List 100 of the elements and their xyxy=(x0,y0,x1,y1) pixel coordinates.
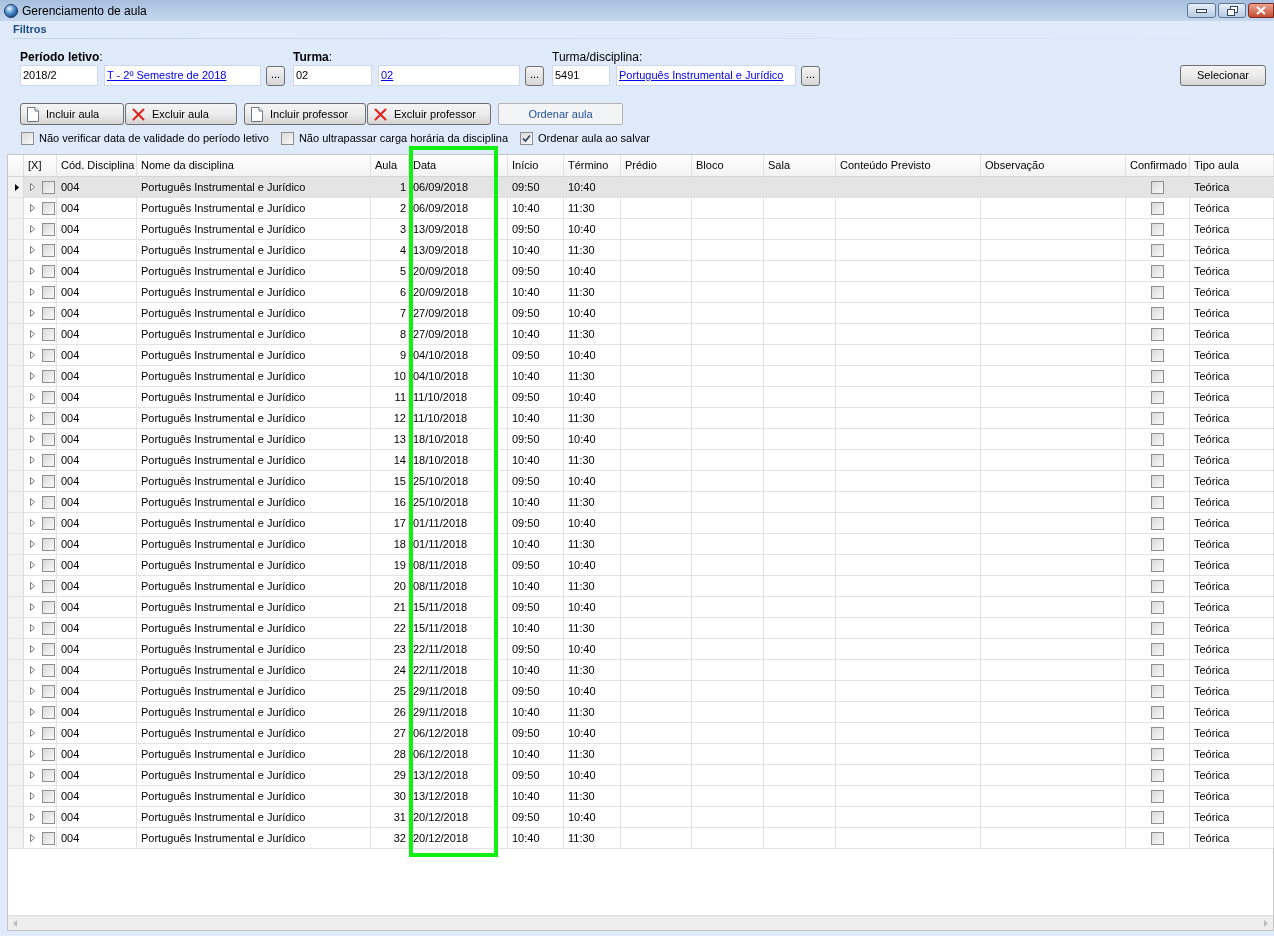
table-row[interactable]: 004 Português Instrumental e Jurídico 29 13/12/2018 09:50 10:40 Teórica xyxy=(8,765,1273,786)
caret-icon[interactable] xyxy=(30,687,35,695)
row-checkbox[interactable] xyxy=(1151,747,1164,761)
row-checkbox[interactable] xyxy=(1151,684,1164,698)
lookup-button[interactable]: ... xyxy=(525,65,544,86)
close-button[interactable] xyxy=(1248,3,1274,18)
checkbox[interactable] xyxy=(280,131,294,145)
row-checkbox[interactable] xyxy=(1151,474,1164,488)
row-checkbox[interactable] xyxy=(1151,663,1164,677)
select-button[interactable]: Selecionar xyxy=(1180,65,1266,86)
row-checkbox[interactable] xyxy=(1151,768,1164,782)
row-checkbox[interactable] xyxy=(1151,537,1164,551)
caret-icon[interactable] xyxy=(30,729,35,737)
table-row[interactable]: 004 Português Instrumental e Jurídico 23 22/11/2018 09:50 10:40 Teórica xyxy=(8,639,1273,660)
table-row[interactable]: 004 Português Instrumental e Jurídico 22 15/11/2018 10:40 11:30 Teórica xyxy=(8,618,1273,639)
caret-icon[interactable] xyxy=(30,792,35,800)
input-field[interactable]: 5491 xyxy=(552,65,610,86)
table-row[interactable]: 004 Português Instrumental e Jurídico 3 13/09/2018 09:50 10:40 Teórica xyxy=(8,219,1273,240)
row-checkbox[interactable] xyxy=(1151,789,1164,803)
caret-icon[interactable] xyxy=(30,435,35,443)
toolbar-button[interactable]: Incluir aula xyxy=(20,103,124,125)
link-field[interactable]: T - 2º Semestre de 2018 xyxy=(104,65,261,86)
row-checkbox[interactable] xyxy=(42,663,55,677)
caret-icon[interactable] xyxy=(30,834,35,842)
table-row[interactable]: 004 Português Instrumental e Jurídico 2 06/09/2018 10:40 11:30 Teórica xyxy=(8,198,1273,219)
caret-icon[interactable] xyxy=(30,309,35,317)
table-row[interactable]: 004 Português Instrumental e Jurídico 20 08/11/2018 10:40 11:30 Teórica xyxy=(8,576,1273,597)
row-checkbox[interactable] xyxy=(42,495,55,509)
caret-icon[interactable] xyxy=(30,624,35,632)
row-checkbox[interactable] xyxy=(42,747,55,761)
caret-icon[interactable] xyxy=(30,666,35,674)
table-row[interactable]: 004 Português Instrumental e Jurídico 13 18/10/2018 09:50 10:40 Teórica xyxy=(8,429,1273,450)
toolbar-button[interactable]: Ordenar aula xyxy=(498,103,623,125)
lookup-button[interactable]: ... xyxy=(801,65,820,86)
row-checkbox[interactable] xyxy=(1151,579,1164,593)
caret-icon[interactable] xyxy=(30,813,35,821)
row-checkbox[interactable] xyxy=(1151,705,1164,719)
caret-icon[interactable] xyxy=(30,603,35,611)
table-row[interactable]: 004 Português Instrumental e Jurídico 31 20/12/2018 09:50 10:40 Teórica xyxy=(8,807,1273,828)
caret-icon[interactable] xyxy=(30,456,35,464)
column-header[interactable]: Sala xyxy=(764,155,836,176)
row-checkbox[interactable] xyxy=(1151,222,1164,236)
table-row[interactable]: 004 Português Instrumental e Jurídico 4 13/09/2018 10:40 11:30 Teórica xyxy=(8,240,1273,261)
row-checkbox[interactable] xyxy=(42,201,55,215)
row-checkbox[interactable] xyxy=(42,789,55,803)
table-row[interactable]: 004 Português Instrumental e Jurídico 18 01/11/2018 10:40 11:30 Teórica xyxy=(8,534,1273,555)
table-row[interactable]: 004 Português Instrumental e Jurídico 6 20/09/2018 10:40 11:30 Teórica xyxy=(8,282,1273,303)
column-header[interactable]: Início xyxy=(508,155,564,176)
row-checkbox[interactable] xyxy=(42,726,55,740)
caret-icon[interactable] xyxy=(30,414,35,422)
row-checkbox[interactable] xyxy=(42,705,55,719)
column-header[interactable]: Conteúdo Previsto xyxy=(836,155,981,176)
row-checkbox[interactable] xyxy=(1151,411,1164,425)
row-checkbox[interactable] xyxy=(42,306,55,320)
caret-icon[interactable] xyxy=(30,582,35,590)
caret-icon[interactable] xyxy=(30,330,35,338)
row-checkbox[interactable] xyxy=(42,243,55,257)
row-checkbox[interactable] xyxy=(42,453,55,467)
caret-icon[interactable] xyxy=(30,498,35,506)
caret-icon[interactable] xyxy=(30,204,35,212)
column-header[interactable]: Prédio xyxy=(621,155,692,176)
row-checkbox[interactable] xyxy=(42,831,55,845)
caret-icon[interactable] xyxy=(30,477,35,485)
row-checkbox[interactable] xyxy=(42,621,55,635)
row-checkbox[interactable] xyxy=(42,180,55,194)
caret-icon[interactable] xyxy=(30,540,35,548)
table-row[interactable]: 004 Português Instrumental e Jurídico 25 29/11/2018 09:50 10:40 Teórica xyxy=(8,681,1273,702)
row-checkbox[interactable] xyxy=(42,432,55,446)
caret-icon[interactable] xyxy=(30,750,35,758)
table-row[interactable]: 004 Português Instrumental e Jurídico 26 29/11/2018 10:40 11:30 Teórica xyxy=(8,702,1273,723)
column-header[interactable]: Cód. Disciplina xyxy=(57,155,137,176)
caret-icon[interactable] xyxy=(30,708,35,716)
restore-button[interactable] xyxy=(1218,3,1246,18)
column-header[interactable]: Tipo aula xyxy=(1190,155,1274,176)
table-row[interactable]: 004 Português Instrumental e Jurídico 10 04/10/2018 10:40 11:30 Teórica xyxy=(8,366,1273,387)
row-checkbox[interactable] xyxy=(1151,285,1164,299)
row-checkbox[interactable] xyxy=(42,348,55,362)
caret-icon[interactable] xyxy=(30,561,35,569)
row-checkbox[interactable] xyxy=(1151,306,1164,320)
column-header[interactable]: Observação xyxy=(981,155,1126,176)
row-checkbox[interactable] xyxy=(42,327,55,341)
row-checkbox[interactable] xyxy=(1151,264,1164,278)
column-header[interactable]: Bloco xyxy=(692,155,764,176)
row-checkbox[interactable] xyxy=(1151,348,1164,362)
row-checkbox[interactable] xyxy=(1151,600,1164,614)
row-checkbox[interactable] xyxy=(1151,810,1164,824)
minimize-button[interactable] xyxy=(1187,3,1216,18)
row-checkbox[interactable] xyxy=(1151,453,1164,467)
row-checkbox[interactable] xyxy=(42,642,55,656)
horizontal-scrollbar[interactable] xyxy=(8,915,1273,930)
right-arrow-icon[interactable] xyxy=(1264,919,1268,927)
row-checkbox[interactable] xyxy=(42,474,55,488)
checkbox[interactable] xyxy=(21,131,34,145)
lookup-button[interactable]: ... xyxy=(266,65,285,86)
caret-icon[interactable] xyxy=(30,267,35,275)
row-checkbox[interactable] xyxy=(1151,369,1164,383)
row-checkbox[interactable] xyxy=(42,684,55,698)
table-row[interactable]: 004 Português Instrumental e Jurídico 8 27/09/2018 10:40 11:30 Teórica xyxy=(8,324,1273,345)
table-row[interactable]: 004 Português Instrumental e Jurídico 30 13/12/2018 10:40 11:30 Teórica xyxy=(8,786,1273,807)
table-row[interactable]: 004 Português Instrumental e Jurídico 28 06/12/2018 10:40 11:30 Teórica xyxy=(8,744,1273,765)
